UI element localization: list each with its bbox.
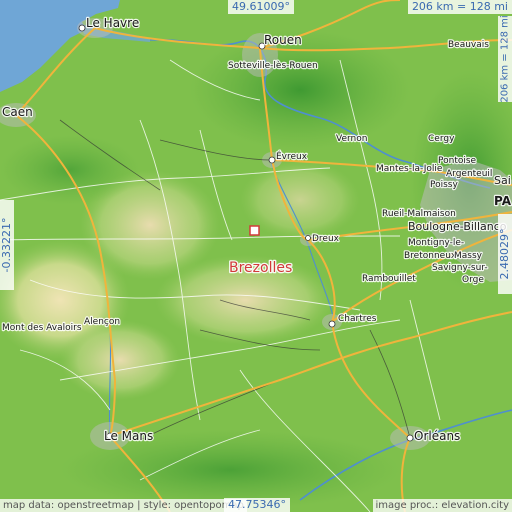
- coordinate-top: 49.61009°: [228, 0, 294, 14]
- label-mantes: Mantes-la-Jolie: [376, 164, 443, 174]
- label-orleans: Orléans: [414, 429, 460, 443]
- lowland-area: [0, 135, 140, 205]
- topographic-map[interactable]: Le Havre Rouen Beauvais Sotteville-lès-R…: [0, 0, 512, 512]
- label-alencon: Alençon: [84, 317, 120, 327]
- scale-bar-vertical: 206 km = 128 mi: [498, 15, 512, 103]
- label-montigny: Montigny-le-: [408, 238, 464, 248]
- label-le-havre: Le Havre: [86, 16, 139, 30]
- label-chartres: Chartres: [338, 314, 377, 324]
- label-beauvais: Beauvais: [448, 40, 489, 50]
- coordinate-right: 2.48029°: [498, 214, 512, 294]
- featured-place-label: Brezolles: [229, 260, 292, 276]
- processing-credit: image proc.: elevation.city: [372, 499, 512, 512]
- label-sotteville: Sotteville-lès-Rouen: [228, 60, 318, 71]
- scale-vertical-label: 206 km = 128 mi: [499, 15, 511, 103]
- label-massy: Massy: [454, 251, 483, 261]
- label-rouen: Rouen: [264, 33, 302, 47]
- label-argenteuil: Argenteuil: [446, 169, 492, 179]
- scale-bar: 206 km = 128 mi: [407, 0, 512, 14]
- coordinate-bottom: 47.75346°: [224, 498, 290, 512]
- label-savigny: Savigny-sur-: [432, 263, 488, 273]
- label-orge: Orge: [462, 275, 484, 285]
- label-caen: Caen: [2, 105, 33, 119]
- label-rambouillet: Rambouillet: [362, 274, 416, 284]
- coordinate-right-label: 2.48029°: [498, 228, 511, 280]
- label-paris: PA: [494, 194, 512, 208]
- coordinate-left-label: -0.33221°: [0, 217, 13, 273]
- label-boulogne: Boulogne-Billanco: [408, 220, 507, 233]
- label-pontoise: Pontoise: [438, 156, 477, 166]
- label-poissy: Poissy: [430, 180, 458, 190]
- map-credit: map data: openstreetmap | style: opentop…: [0, 499, 247, 512]
- label-bretonneux: Bretonneux: [404, 251, 457, 261]
- label-mont-avaloirs: Mont des Avaloirs: [2, 323, 82, 333]
- label-cergy: Cergy: [428, 134, 455, 144]
- label-dreux: Dreux: [312, 234, 340, 244]
- label-vernon: Vernon: [336, 134, 367, 144]
- featured-place-marker[interactable]: [249, 225, 260, 236]
- coordinate-left: -0.33221°: [0, 200, 14, 290]
- label-evreux: Évreux: [276, 150, 308, 162]
- label-rueil: Rueil-Malmaison: [382, 209, 456, 219]
- label-saint: Sai: [494, 174, 511, 187]
- label-le-mans: Le Mans: [104, 429, 153, 443]
